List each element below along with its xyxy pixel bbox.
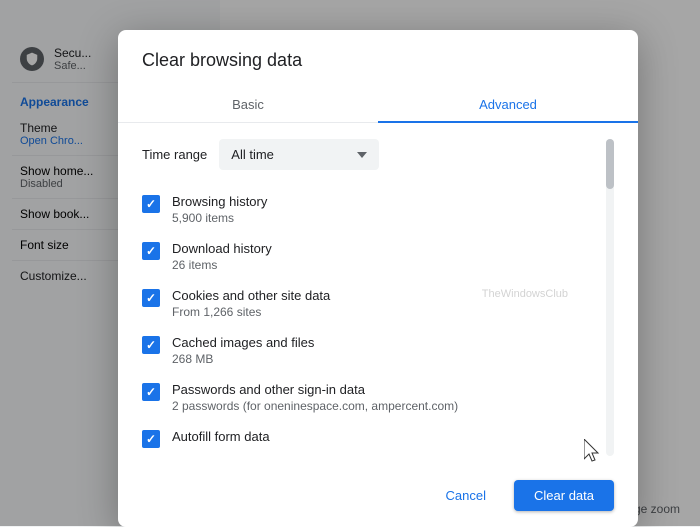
download-history-title: Download history — [172, 241, 598, 256]
check-icon: ✓ — [146, 386, 156, 398]
autofill-checkbox[interactable]: ✓ — [142, 430, 160, 448]
time-range-value: All time — [231, 147, 274, 162]
dialog-title: Clear browsing data — [142, 50, 614, 71]
cached-images-checkbox[interactable]: ✓ — [142, 336, 160, 354]
cancel-button[interactable]: Cancel — [426, 480, 506, 511]
download-history-sub: 26 items — [172, 258, 598, 272]
tab-basic[interactable]: Basic — [118, 87, 378, 122]
cookies-sub: From 1,266 sites — [172, 305, 598, 319]
dialog-footer: Cancel Clear data — [118, 472, 638, 527]
passwords-sub: 2 passwords (for oneninespace.com, amper… — [172, 399, 598, 413]
download-history-item: ✓ Download history 26 items — [142, 233, 598, 280]
select-arrow-icon — [357, 152, 367, 158]
browsing-history-item: ✓ Browsing history 5,900 items — [142, 186, 598, 233]
clear-browsing-data-dialog: Clear browsing data Basic Advanced Time … — [118, 30, 638, 527]
autofill-item: ✓ Autofill form data — [142, 421, 598, 456]
scrollbar-thumb[interactable] — [606, 139, 614, 189]
passwords-checkbox[interactable]: ✓ — [142, 383, 160, 401]
check-icon: ✓ — [146, 292, 156, 304]
check-icon: ✓ — [146, 198, 156, 210]
dialog-body: Time range All time ✓ Browsing history 5… — [118, 123, 638, 472]
time-range-row: Time range All time — [142, 139, 598, 170]
passwords-title: Passwords and other sign-in data — [172, 382, 598, 397]
browsing-history-title: Browsing history — [172, 194, 598, 209]
clear-data-button[interactable]: Clear data — [514, 480, 614, 511]
dialog-tabs: Basic Advanced — [118, 87, 638, 123]
browsing-history-checkbox[interactable]: ✓ — [142, 195, 160, 213]
time-range-select[interactable]: All time — [219, 139, 379, 170]
passwords-item: ✓ Passwords and other sign-in data 2 pas… — [142, 374, 598, 421]
check-icon: ✓ — [146, 245, 156, 257]
cookies-title: Cookies and other site data — [172, 288, 598, 303]
check-icon: ✓ — [146, 339, 156, 351]
scrollbar-track[interactable] — [606, 139, 614, 456]
cookies-item: ✓ Cookies and other site data From 1,266… — [142, 280, 598, 327]
autofill-title: Autofill form data — [172, 429, 598, 444]
cookies-checkbox[interactable]: ✓ — [142, 289, 160, 307]
cached-images-item: ✓ Cached images and files 268 MB — [142, 327, 598, 374]
dialog-header: Clear browsing data — [118, 30, 638, 71]
cached-images-title: Cached images and files — [172, 335, 598, 350]
time-range-label: Time range — [142, 147, 207, 162]
tab-advanced[interactable]: Advanced — [378, 87, 638, 122]
browsing-history-sub: 5,900 items — [172, 211, 598, 225]
check-icon: ✓ — [146, 433, 156, 445]
download-history-checkbox[interactable]: ✓ — [142, 242, 160, 260]
cached-images-sub: 268 MB — [172, 352, 598, 366]
